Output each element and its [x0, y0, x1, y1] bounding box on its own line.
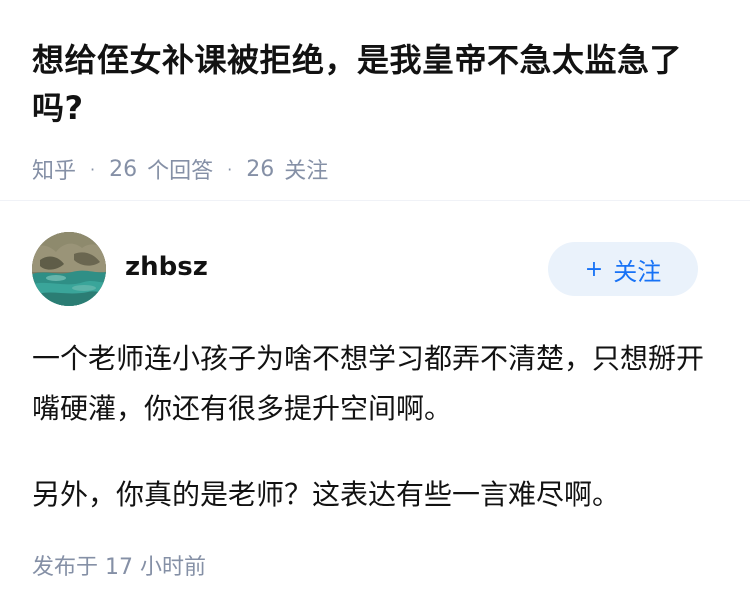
avatar[interactable] [32, 232, 106, 306]
follow-button-label: 关注 [613, 257, 662, 286]
landscape-avatar-icon [32, 232, 106, 306]
question-header: 想给侄女补课被拒绝，是我皇帝不急太监急了吗? 知乎 · 26 个回答 · 26 … [32, 36, 722, 184]
answer-content[interactable]: 一个老师连小孩子为啥不想学习都弄不清楚，只想掰开嘴硬灌，你还有很多提升空间啊。 … [32, 334, 722, 520]
publish-info: 发布于 17 小时前 [32, 549, 206, 581]
answer-paragraph: 一个老师连小孩子为啥不想学习都弄不清楚，只想掰开嘴硬灌，你还有很多提升空间啊。 [32, 342, 705, 425]
follower-count: 26 [246, 156, 275, 182]
publish-time: 17 小时前 [105, 555, 207, 580]
author-name[interactable]: zhbsz [125, 252, 208, 282]
answer-paragraph: 另外，你真的是老师？这表达有些一言难尽啊。 [32, 478, 621, 511]
answer-count: 26 [109, 156, 138, 182]
plus-icon: + [584, 256, 604, 282]
publish-label: 发布于 [32, 555, 99, 580]
meta-separator: · [90, 159, 96, 179]
author-row: zhbsz + 关注 [32, 232, 698, 308]
section-divider [0, 200, 750, 201]
follower-count-label[interactable]: 关注 [284, 153, 328, 185]
source-label[interactable]: 知乎 [32, 153, 76, 185]
answer-count-label[interactable]: 个回答 [147, 153, 213, 185]
question-title[interactable]: 想给侄女补课被拒绝，是我皇帝不急太监急了吗? [32, 36, 722, 132]
follow-button[interactable]: + 关注 [548, 242, 698, 296]
meta-separator: · [227, 159, 233, 179]
question-meta: 知乎 · 26 个回答 · 26 关注 [32, 153, 722, 185]
